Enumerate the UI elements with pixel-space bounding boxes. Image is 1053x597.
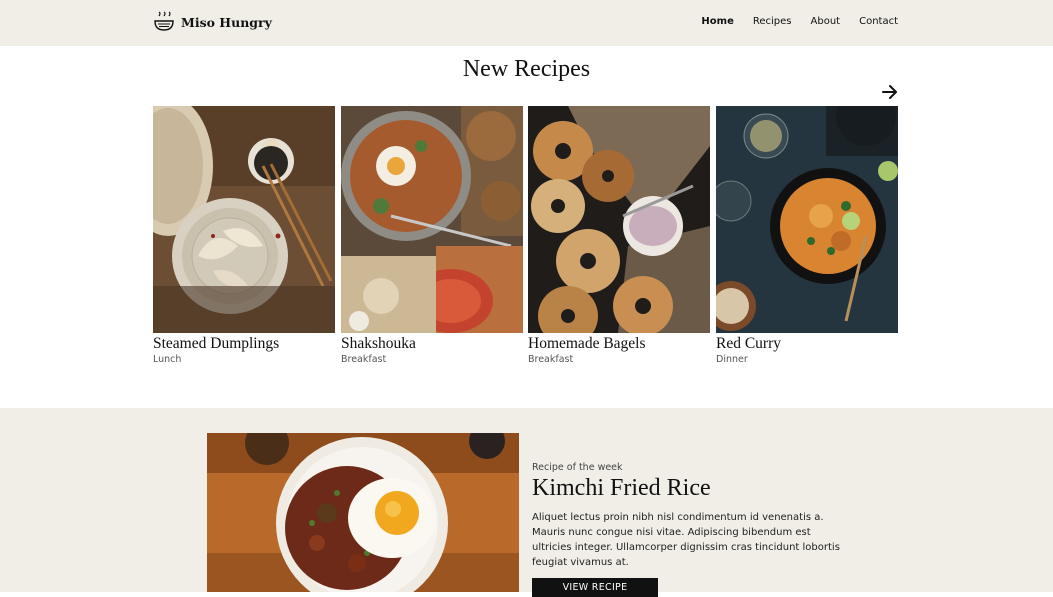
recipe-title[interactable]: Steamed Dumplings — [153, 335, 335, 353]
featured-description: Aliquet lectus proin nibh nisl condiment… — [532, 512, 840, 568]
recipe-image-shakshouka[interactable] — [341, 106, 523, 333]
recipe-card[interactable]: Homemade Bagels Breakfast — [528, 106, 710, 365]
view-recipe-button[interactable]: VIEW RECIPE — [532, 578, 658, 597]
section-title: New Recipes — [462, 56, 591, 82]
logo[interactable]: Miso Hungry — [153, 11, 272, 33]
featured-section — [0, 408, 1053, 592]
recipe-category: Lunch — [153, 354, 182, 365]
recipe-category: Breakfast — [341, 354, 387, 365]
bowl-icon — [154, 11, 174, 31]
recipe-image-dumplings[interactable] — [153, 106, 335, 333]
featured-recipe-image[interactable] — [207, 433, 519, 592]
arrow-right-icon[interactable] — [881, 83, 899, 101]
nav-home[interactable]: Home — [701, 16, 733, 27]
featured-text: Recipe of the week Kimchi Fried Rice Ali… — [532, 462, 852, 597]
recipe-title[interactable]: Shakshouka — [341, 335, 523, 353]
brand-name: Miso Hungry — [181, 14, 272, 30]
nav-about[interactable]: About — [811, 16, 841, 27]
recipe-category: Dinner — [716, 354, 748, 365]
recipe-title[interactable]: Homemade Bagels — [528, 335, 710, 353]
recipe-category: Breakfast — [528, 354, 574, 365]
recipe-card[interactable]: Red Curry Dinner — [716, 106, 898, 365]
recipe-card[interactable]: Shakshouka Breakfast — [341, 106, 523, 365]
nav-recipes[interactable]: Recipes — [753, 16, 792, 27]
featured-title[interactable]: Kimchi Fried Rice — [532, 475, 852, 502]
nav-contact[interactable]: Contact — [859, 16, 898, 27]
main-nav: Home Recipes About Contact — [701, 16, 898, 27]
featured-eyebrow: Recipe of the week — [532, 462, 623, 473]
recipe-image-red-curry[interactable] — [716, 106, 898, 333]
recipe-card[interactable]: Steamed Dumplings Lunch — [153, 106, 335, 365]
recipe-image-bagels[interactable] — [528, 106, 710, 333]
site-header: Miso Hungry Home Recipes About Contact — [0, 0, 1053, 46]
recipe-title[interactable]: Red Curry — [716, 335, 898, 353]
